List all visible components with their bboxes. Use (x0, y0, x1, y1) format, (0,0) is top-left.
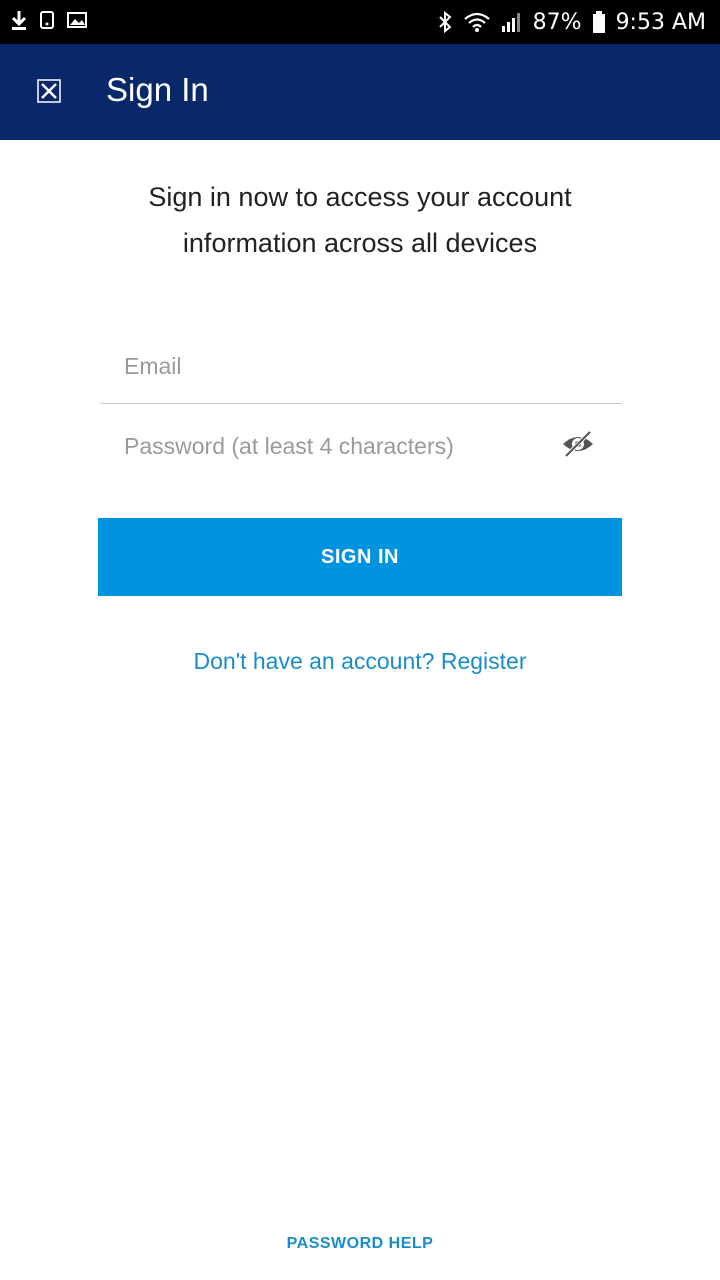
email-field (100, 324, 622, 404)
page-title: Sign In (106, 71, 209, 108)
download-icon (10, 9, 28, 36)
password-field (100, 404, 622, 484)
sign-in-screen: 87% 9:53 AM Sign In Sign in now to acces… (0, 0, 720, 1280)
status-bar: 87% 9:53 AM (0, 0, 720, 44)
intro-line-1: Sign in now to access your account (148, 182, 572, 212)
eye-off-icon (561, 429, 595, 464)
battery-percent: 87% (532, 9, 582, 35)
battery-icon (592, 10, 606, 34)
toggle-password-visibility[interactable] (558, 428, 598, 464)
app-bar: Sign In (0, 44, 720, 140)
wifi-icon (463, 11, 491, 33)
close-button[interactable] (34, 78, 64, 108)
intro-text: Sign in now to access your account infor… (100, 174, 620, 266)
password-input[interactable] (124, 424, 544, 468)
status-bar-left (10, 8, 88, 36)
password-help-link[interactable]: PASSWORD HELP (0, 1235, 720, 1253)
image-icon (66, 9, 88, 36)
bluetooth-icon (437, 10, 453, 34)
notification-icon (38, 9, 56, 36)
intro-line-2: information across all devices (182, 228, 538, 258)
sign-in-button[interactable]: SIGN IN (98, 518, 622, 596)
status-bar-right: 87% 9:53 AM (437, 0, 706, 44)
close-icon (36, 78, 62, 109)
signal-icon (501, 11, 523, 33)
email-input[interactable] (124, 344, 544, 388)
register-link[interactable]: Don't have an account? Register (0, 648, 720, 675)
clock: 9:53 AM (615, 9, 706, 35)
